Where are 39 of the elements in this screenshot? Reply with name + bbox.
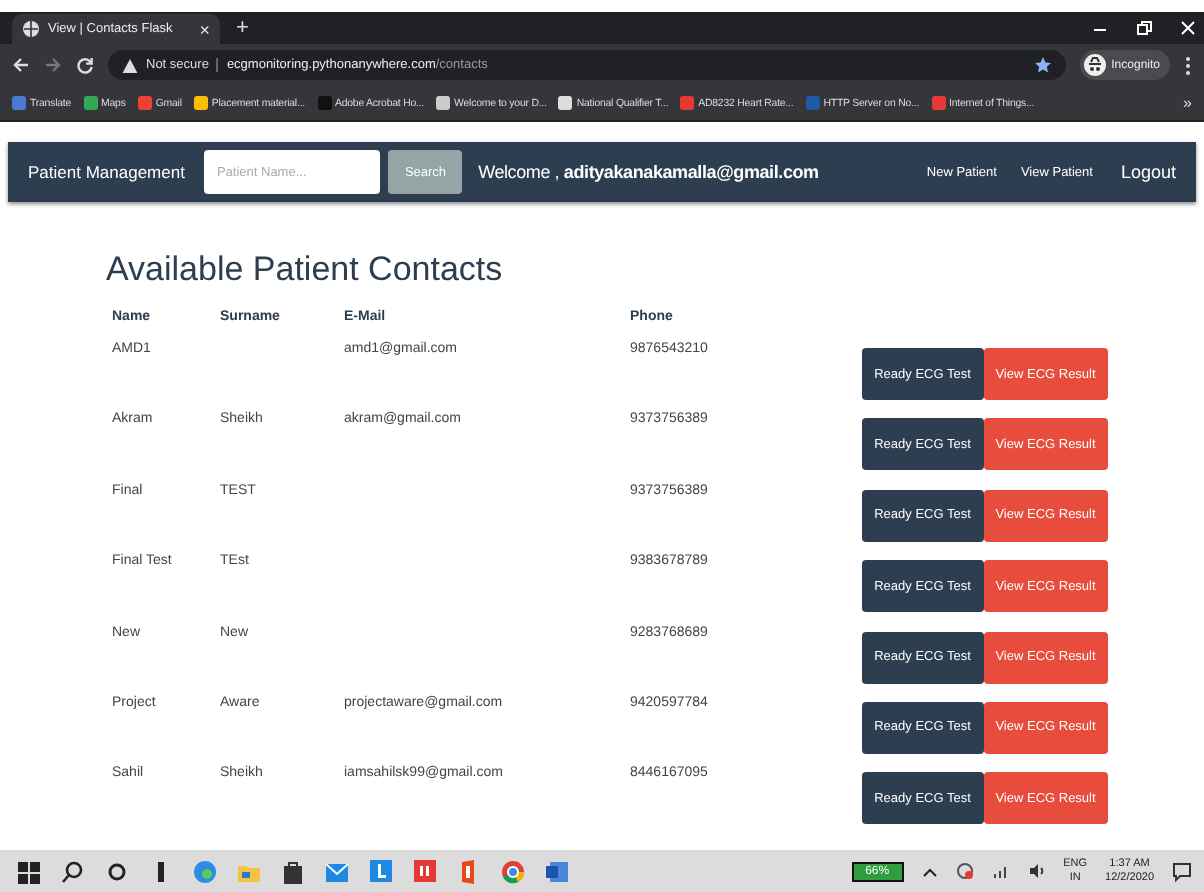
restore-icon[interactable] [1136, 20, 1152, 36]
notification-icon[interactable] [1172, 861, 1192, 881]
brand-link[interactable]: Patient Management [28, 162, 185, 182]
bag-icon[interactable] [280, 857, 306, 885]
chrome-icon[interactable] [500, 857, 526, 885]
chevron-up-icon[interactable] [921, 863, 938, 879]
reload-icon[interactable] [76, 56, 94, 74]
bookmark-icon [137, 96, 152, 110]
bookmark-icon [558, 96, 573, 110]
welcome-text: Welcome , adityakanakamalla@gmail.com [478, 162, 819, 182]
bookmark-icon [83, 96, 98, 110]
menu-icon[interactable] [1184, 55, 1192, 75]
bookmark-icon [12, 96, 26, 110]
back-icon[interactable] [12, 56, 30, 74]
warning-icon [122, 57, 138, 73]
tab-close-button[interactable]: × [199, 19, 210, 39]
bookmark-icon [680, 96, 695, 110]
mail-icon[interactable] [324, 857, 350, 885]
page-heading: Available Patient Contacts [106, 250, 505, 290]
bookmark-icon [317, 96, 331, 110]
app-tile-icon[interactable] [412, 857, 438, 885]
bookmark-icon [193, 96, 208, 110]
search-icon[interactable] [60, 857, 86, 885]
nav-link[interactable]: Logout [1120, 162, 1176, 182]
incognito-icon [1083, 54, 1106, 76]
more-bookmarks-button[interactable]: » [1183, 94, 1192, 112]
bookmark-icon [805, 96, 820, 110]
app-tile-icon[interactable] [368, 857, 394, 885]
signal-icon[interactable] [991, 862, 1010, 880]
speaker-icon[interactable] [1027, 862, 1046, 880]
star-icon[interactable] [1033, 56, 1052, 74]
security-icon[interactable] [955, 862, 974, 880]
windows-icon[interactable] [16, 857, 42, 885]
bookmark-icon [931, 96, 946, 110]
close-icon[interactable] [1180, 20, 1196, 36]
globe-icon [22, 20, 40, 38]
bookmark-icon [436, 96, 451, 110]
forward-icon [44, 56, 62, 74]
new-tab-button[interactable]: + [236, 16, 249, 40]
